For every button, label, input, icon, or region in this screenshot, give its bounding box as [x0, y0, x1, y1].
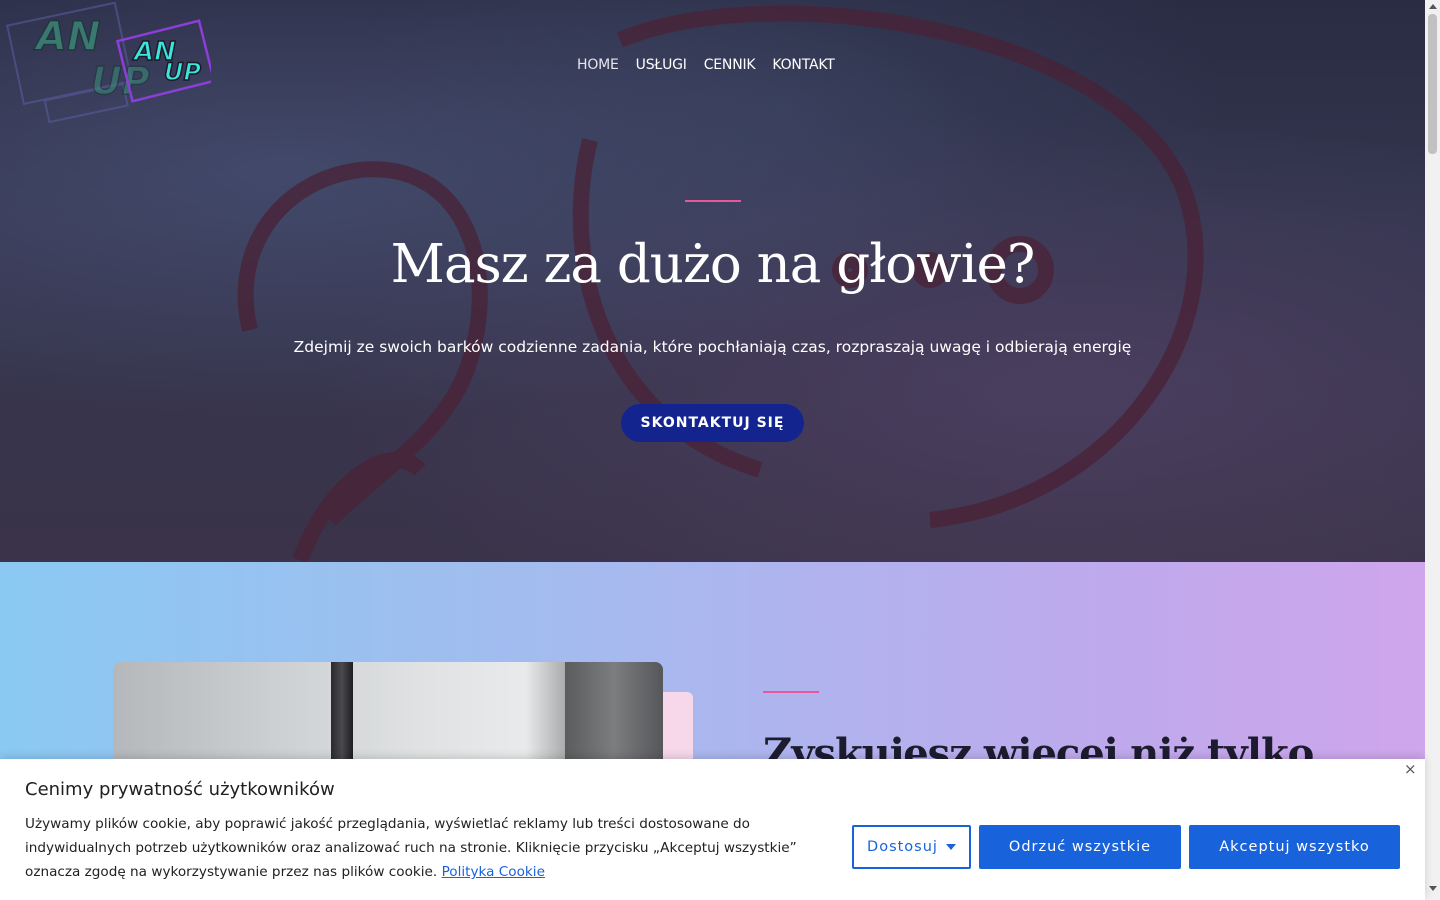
anup-logo[interactable]: AN UP AN UP: [6, 2, 211, 127]
cookie-title: Cenimy prywatność użytkowników: [25, 779, 335, 800]
page-scrollbar[interactable]: [1425, 0, 1440, 900]
close-icon[interactable]: ×: [1404, 761, 1417, 777]
scrollbar-thumb[interactable]: [1428, 14, 1437, 154]
main-nav: HOME USŁUGI CENNIK KONTAKT: [577, 56, 835, 74]
scroll-up-arrow-icon[interactable]: [1429, 4, 1437, 9]
customize-button-label: Dostosuj: [867, 839, 938, 855]
section-accent-line: [763, 691, 819, 693]
svg-text:AN: AN: [33, 14, 100, 60]
svg-text:UP: UP: [164, 58, 201, 86]
nav-item-uslugi[interactable]: USŁUGI: [636, 56, 687, 74]
customize-button[interactable]: Dostosuj: [852, 825, 971, 869]
nav-item-home[interactable]: HOME: [577, 56, 619, 74]
hero-subtitle: Zdejmij ze swoich barków codzienne zadan…: [293, 338, 1132, 356]
cookie-consent-banner: × Cenimy prywatność użytkowników Używamy…: [0, 759, 1425, 900]
hero-accent-line: [685, 200, 741, 202]
accept-all-button[interactable]: Akceptuj wszystko: [1189, 825, 1400, 869]
cookie-description-text: Używamy plików cookie, aby poprawić jako…: [25, 816, 797, 880]
nav-item-cennik[interactable]: CENNIK: [704, 56, 756, 74]
cookie-policy-link[interactable]: Polityka Cookie: [442, 864, 545, 880]
contact-button[interactable]: SKONTAKTUJ SIĘ: [621, 404, 804, 442]
nav-item-kontakt[interactable]: KONTAKT: [772, 56, 834, 74]
hero-section: AN UP AN UP HOME USŁUGI CENNIK KONTAKT M…: [0, 0, 1425, 562]
hero-title: Masz za dużo na głowie?: [390, 234, 1036, 295]
caret-down-icon: [945, 844, 956, 850]
reject-all-button[interactable]: Odrzuć wszystkie: [979, 825, 1181, 869]
scroll-down-arrow-icon[interactable]: [1429, 886, 1437, 891]
cookie-description: Używamy plików cookie, aby poprawić jako…: [25, 812, 825, 884]
